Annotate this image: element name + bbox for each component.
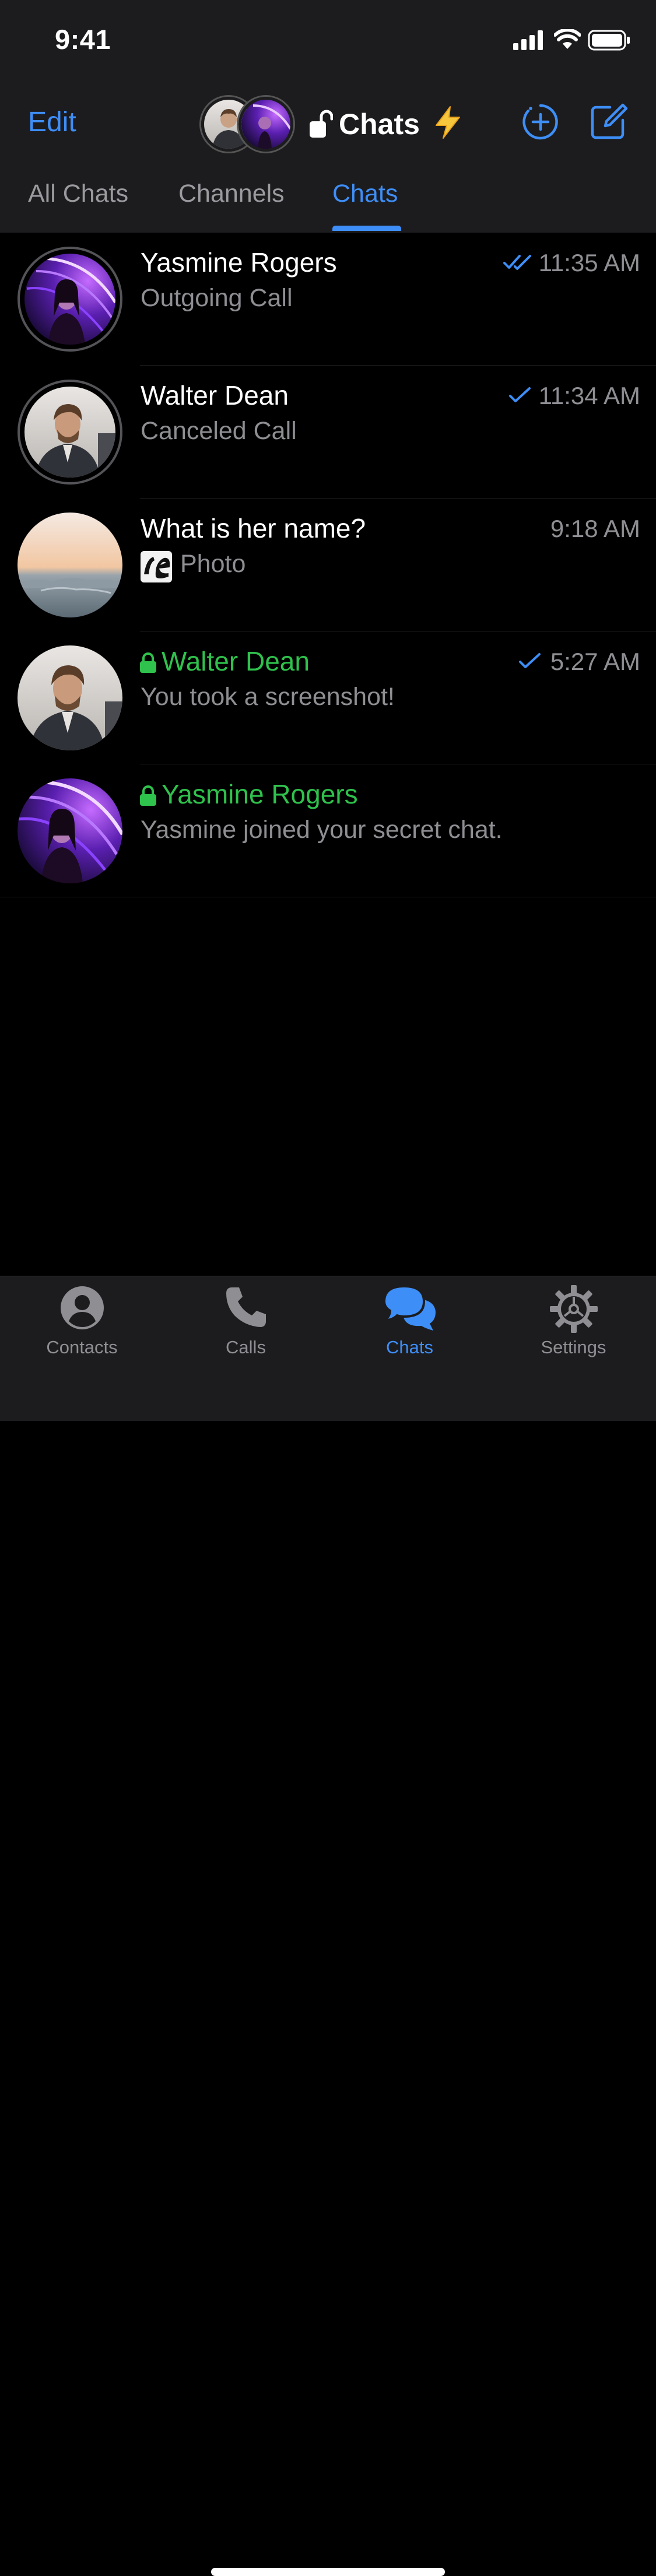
tabbar-item-chats[interactable]: Chats <box>328 1276 492 1370</box>
tabbar-item-contacts[interactable]: Contacts <box>0 1276 164 1370</box>
chat-row-walter-dean[interactable]: Walter Dean 11:34 AM Canceled Call <box>0 366 656 499</box>
tab-all-chats[interactable]: All Chats <box>28 180 128 208</box>
add-circle-icon[interactable] <box>522 104 559 140</box>
tabbar-label: Settings <box>541 1337 606 1357</box>
chat-preview: Canceled Call <box>141 417 297 445</box>
lightning-icon <box>433 106 463 142</box>
gear-icon <box>549 1285 598 1333</box>
battery-icon <box>588 30 630 51</box>
yasmine-photo <box>24 254 115 345</box>
lock-icon <box>140 652 156 673</box>
lock-icon <box>140 785 156 806</box>
chat-preview: You took a screenshot! <box>141 683 395 711</box>
chat-row-walter-dean-secret[interactable]: Walter Dean 5:27 AM You took a screensho… <box>0 631 656 764</box>
compose-icon[interactable] <box>590 103 629 140</box>
tab-chats[interactable]: Chats <box>332 180 398 208</box>
chat-time: 11:34 AM <box>538 382 640 409</box>
tab-channels[interactable]: Channels <box>178 180 285 208</box>
chat-row-yasmine-rogers-secret[interactable]: Yasmine Rogers Yasmine joined your secre… <box>0 764 656 897</box>
single-check-icon <box>519 653 541 668</box>
avatar <box>17 645 122 750</box>
chat-row-yasmine-rogers[interactable]: Yasmine Rogers 11:35 AM Outgoing Call <box>0 233 656 366</box>
chat-name: Walter Dean <box>141 380 289 410</box>
chat-time: 5:27 AM <box>550 648 640 675</box>
chat-name: What is her name? <box>141 513 366 543</box>
tabbar-item-settings[interactable]: Settings <box>492 1276 655 1370</box>
header-avatar-yasmine[interactable] <box>238 96 293 152</box>
active-tab-indicator <box>332 226 401 231</box>
walter-photo <box>17 645 122 750</box>
single-check-icon <box>509 387 531 402</box>
person-circle-icon <box>60 1286 104 1329</box>
bottom-tab-bar: Contacts Calls Chats Settings <box>0 1276 656 2576</box>
avatar <box>17 247 122 352</box>
status-indicators <box>513 29 630 52</box>
edit-button[interactable]: Edit <box>28 106 76 138</box>
page-title: Chats <box>339 107 420 141</box>
sunset-photo <box>17 513 122 617</box>
chat-row-group[interactable]: What is her name? 9:18 AM Photo <box>0 499 656 631</box>
phone-icon <box>226 1287 266 1327</box>
title-group[interactable]: Chats <box>201 96 463 152</box>
chat-name: Yasmine Rogers <box>141 247 337 278</box>
wifi-icon <box>554 29 581 49</box>
chat-name: Yasmine Rogers <box>162 779 358 809</box>
home-indicator <box>211 2568 445 2576</box>
walter-photo <box>24 387 115 478</box>
divider <box>0 896 656 897</box>
status-time: 9:41 <box>55 24 111 55</box>
avatar <box>17 380 122 485</box>
chat-preview: Photo <box>180 550 246 578</box>
chat-preview: Yasmine joined your secret chat. <box>141 816 503 844</box>
yasmine-photo <box>17 778 122 883</box>
tabbar-label: Contacts <box>46 1337 118 1357</box>
chat-folder-tabs: All Chats Channels Chats <box>0 175 656 233</box>
avatar <box>17 778 122 883</box>
chat-preview: Outgoing Call <box>141 284 293 312</box>
chat-name: Walter Dean <box>162 646 310 676</box>
chat-bubbles-icon <box>383 1285 436 1331</box>
tabbar-item-calls[interactable]: Calls <box>164 1276 328 1370</box>
signal-icon <box>513 30 543 50</box>
lock-open-icon[interactable] <box>310 110 333 139</box>
double-check-icon <box>503 255 531 270</box>
photo-thumbnail-icon <box>141 551 172 582</box>
chat-time: 11:35 AM <box>538 249 640 276</box>
yasmine-photo <box>241 99 290 149</box>
avatar <box>17 513 122 617</box>
tabbar-label: Chats <box>386 1337 433 1357</box>
tabbar-label: Calls <box>226 1337 266 1357</box>
chat-time: 9:18 AM <box>550 515 640 542</box>
navigation-header: 9:41 Edit Chats All Chats Channels Chats <box>0 0 656 233</box>
